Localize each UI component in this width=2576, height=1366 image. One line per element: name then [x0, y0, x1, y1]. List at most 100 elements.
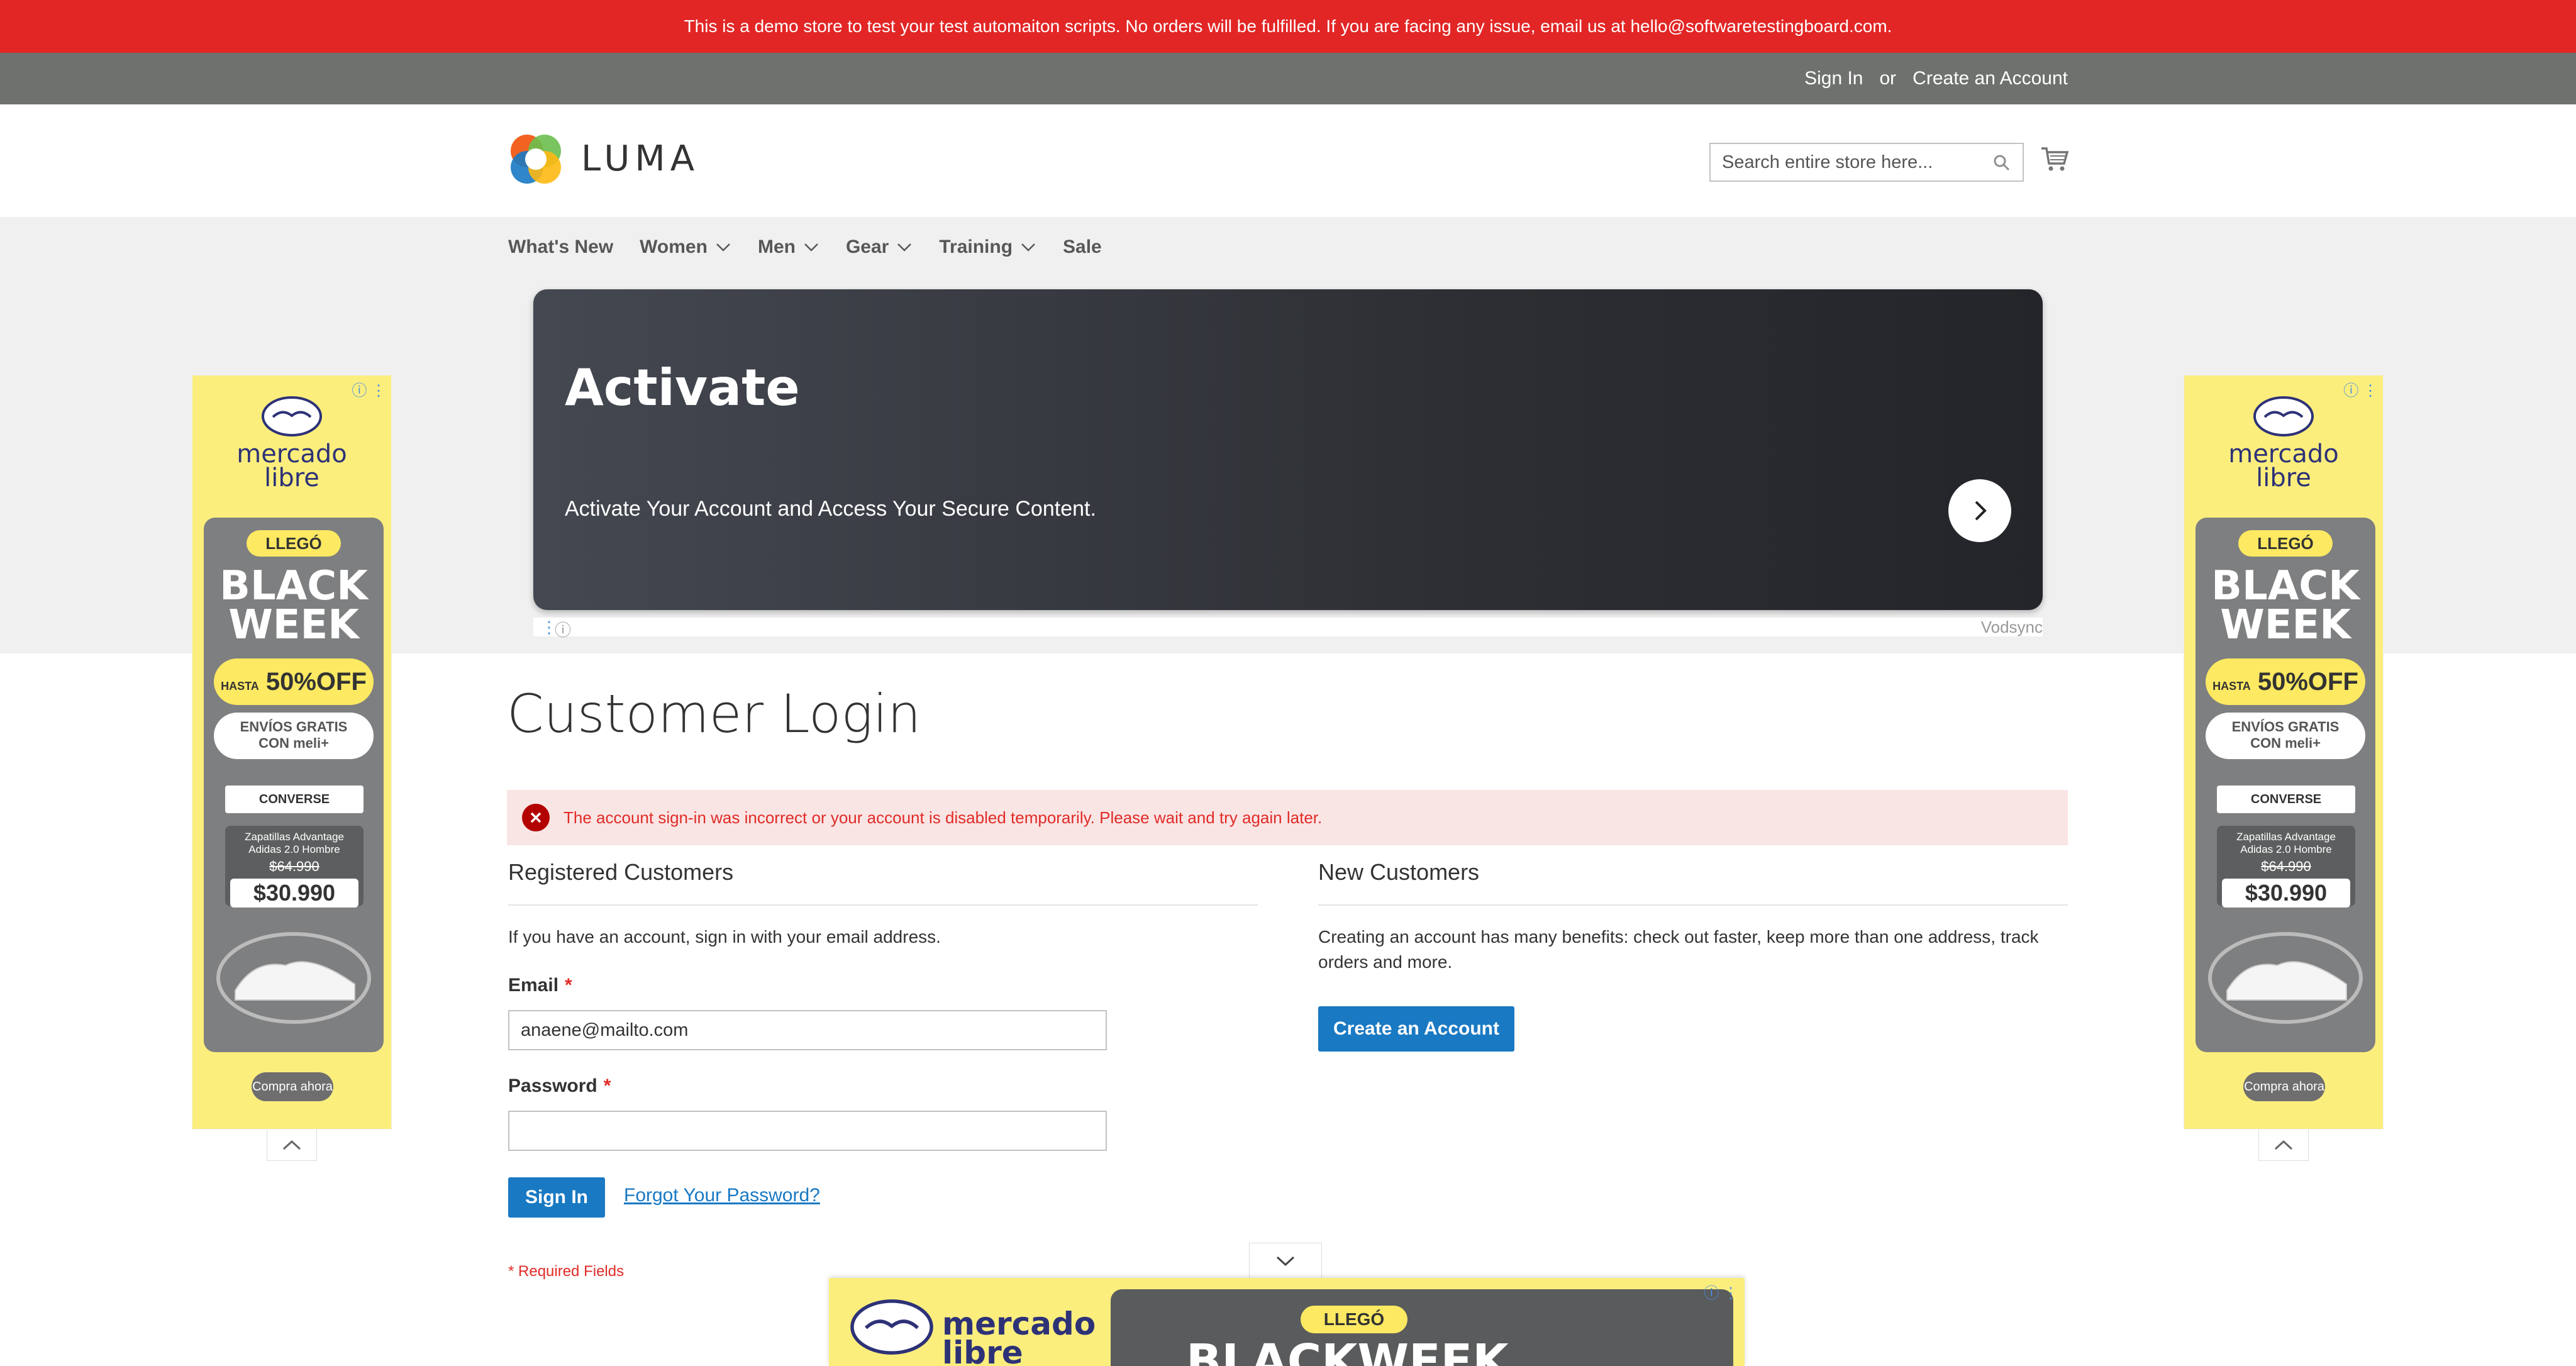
- ad-llego-badge: LLEGÓ: [1301, 1306, 1407, 1333]
- ad-shipping-line2: CON meli+: [258, 735, 329, 751]
- password-label-text: Password: [508, 1075, 597, 1096]
- left-side-ad[interactable]: ⓘ ⋮ mercado libre LLEGÓ BLACK WEEK HASTA…: [192, 375, 392, 1130]
- panel-header: Sign In or Create an Account: [0, 53, 2576, 104]
- ad-shipping: ENVÍOS GRATIS CON meli+: [214, 713, 374, 759]
- ad-brands: CONVERSE: [2217, 786, 2355, 813]
- nav-item-sale[interactable]: Sale: [1063, 236, 1102, 258]
- hero-ad-footer: ⋮ ⓘ Vodsync: [533, 618, 2043, 640]
- ad-headline: BLACK WEEK: [2196, 563, 2375, 648]
- nav-label: Sale: [1063, 236, 1102, 257]
- ad-discount-value: 50%OFF: [2257, 668, 2358, 696]
- sign-in-button[interactable]: Sign In: [508, 1177, 605, 1218]
- ad-old-price: $64.990: [2261, 858, 2311, 874]
- luma-logo[interactable]: LUMA: [507, 130, 699, 187]
- ad-product-line2: Adidas 2.0 Hombre: [2240, 843, 2332, 855]
- luma-logo-icon: [511, 135, 561, 184]
- logo-text: LUMA: [581, 138, 700, 179]
- ad-card: LLEGÓ BLACK WEEK HASTA 50%OFF ENVÍOS GRA…: [204, 518, 384, 1052]
- ad-product-line1: Zapatillas Advantage: [245, 831, 344, 843]
- ad-discount-value: 50%OFF: [265, 668, 367, 696]
- nav-label: Training: [939, 236, 1013, 257]
- nav-label: What's New: [508, 236, 614, 257]
- bottom-ad-toggle-button[interactable]: [1249, 1243, 1322, 1278]
- error-text: The account sign-in was incorrect or you…: [564, 808, 1323, 827]
- cart-icon[interactable]: [2040, 145, 2069, 174]
- ad-brand-line2: libre: [2256, 464, 2311, 492]
- nav-item-women[interactable]: Women: [640, 236, 731, 258]
- ad-llego-badge: LLEGÓ: [2238, 530, 2333, 557]
- handshake-icon: [2253, 396, 2314, 436]
- nav-item-men[interactable]: Men: [758, 236, 819, 258]
- password-field[interactable]: [508, 1111, 1107, 1151]
- ad-brand-line1: mercado: [2228, 440, 2339, 469]
- ad-info-icon[interactable]: ⓘ: [555, 618, 571, 641]
- page-title: Customer Login: [507, 683, 921, 745]
- nav-item-whats-new[interactable]: What's New: [508, 236, 613, 258]
- right-side-ad[interactable]: ⓘ ⋮ mercado libre LLEGÓ BLACK WEEK HASTA…: [2184, 375, 2384, 1130]
- ad-product: Zapatillas Advantage Adidas 2.0 Hombre $…: [225, 826, 364, 908]
- sneaker-image: [216, 932, 371, 1024]
- email-field[interactable]: [508, 1010, 1107, 1050]
- site-header: LUMA: [0, 104, 2576, 217]
- ad-shipping-line1: ENVÍOS GRATIS: [240, 719, 348, 735]
- nav-item-training[interactable]: Training: [939, 236, 1036, 258]
- ad-price: $30.990: [230, 879, 358, 908]
- nav-label: Women: [640, 236, 708, 257]
- ad-headline-line1: BLACK: [219, 563, 368, 609]
- forgot-password-link[interactable]: Forgot Your Password?: [624, 1185, 820, 1206]
- chevron-down-icon: [897, 243, 912, 252]
- create-account-link[interactable]: Create an Account: [1913, 68, 2068, 89]
- ad-headline-line2: WEEK: [2220, 602, 2351, 648]
- handshake-icon: [262, 396, 322, 436]
- chevron-down-icon: [1021, 243, 1035, 252]
- hero-ad-next-button[interactable]: [1948, 479, 2011, 542]
- registered-customers-title: Registered Customers: [508, 859, 734, 885]
- ad-cta-button[interactable]: Compra ahora: [252, 1072, 333, 1101]
- registered-divider: [508, 904, 1258, 906]
- email-label-text: Email: [508, 975, 559, 996]
- create-account-button[interactable]: Create an Account: [1318, 1006, 1514, 1052]
- chevron-up-icon: [282, 1140, 301, 1150]
- nav-item-gear[interactable]: Gear: [846, 236, 913, 258]
- search-input[interactable]: [1722, 152, 1992, 173]
- ad-cta-button[interactable]: Compra ahora: [2243, 1072, 2325, 1101]
- ad-headline-line1: BLACK: [2211, 563, 2360, 609]
- nav-label: Men: [757, 236, 796, 257]
- ad-discount: HASTA 50%OFF: [2206, 658, 2365, 705]
- ad-info-icon[interactable]: ⓘ ⋮: [1704, 1280, 1738, 1302]
- ad-shipping: ENVÍOS GRATIS CON meli+: [2206, 713, 2365, 759]
- ad-old-price: $64.990: [269, 858, 319, 874]
- chevron-down-icon: [1276, 1256, 1295, 1266]
- ad-brand: mercado libre: [2184, 394, 2383, 492]
- main-nav: What's New Women Men Gear Training Sale: [508, 217, 1128, 277]
- chevron-up-icon: [2274, 1140, 2293, 1150]
- chevron-right-icon: [1975, 501, 1987, 521]
- ad-product-line2: Adidas 2.0 Hombre: [248, 843, 340, 855]
- ad-discount: HASTA 50%OFF: [214, 658, 374, 705]
- new-customers-note: Creating an account has many benefits: c…: [1318, 927, 2039, 972]
- chevron-down-icon: [804, 243, 818, 252]
- ad-brand-line1: mercado: [236, 440, 347, 469]
- ad-brands: CONVERSE: [225, 786, 364, 813]
- header-links: Sign In or Create an Account: [1804, 53, 2068, 104]
- ad-brand-line2: libre: [942, 1335, 1023, 1366]
- hero-ad-advertiser: Vodsync: [1980, 618, 2043, 636]
- required-fields-note: * Required Fields: [508, 1263, 625, 1280]
- hero-ad-title: Activate: [565, 358, 800, 417]
- sign-in-link[interactable]: Sign In: [1804, 68, 1863, 89]
- ad-headline-line2: WEEK: [228, 602, 359, 648]
- ad-product: Zapatillas Advantage Adidas 2.0 Hombre $…: [2217, 826, 2355, 908]
- right-ad-collapse-button[interactable]: [2258, 1130, 2309, 1161]
- search-icon[interactable]: [1991, 152, 2011, 173]
- error-message: The account sign-in was incorrect or you…: [507, 790, 2068, 845]
- sneaker-image: [2208, 932, 2363, 1024]
- error-icon: [522, 804, 550, 831]
- hero-ad-banner[interactable]: Activate Activate Your Account and Acces…: [533, 289, 2043, 610]
- left-ad-collapse-button[interactable]: [267, 1130, 317, 1161]
- search-box: [1709, 143, 2024, 182]
- ad-brand: mercado libre: [192, 394, 391, 491]
- ad-product-line1: Zapatillas Advantage: [2236, 831, 2336, 843]
- hero-ad-text: Activate Your Account and Access Your Se…: [565, 497, 1096, 521]
- bottom-anchor-ad[interactable]: mercado libre LLEGÓ BLACKWEEK ⓘ ⋮: [829, 1278, 1745, 1366]
- email-label: Email *: [508, 975, 572, 996]
